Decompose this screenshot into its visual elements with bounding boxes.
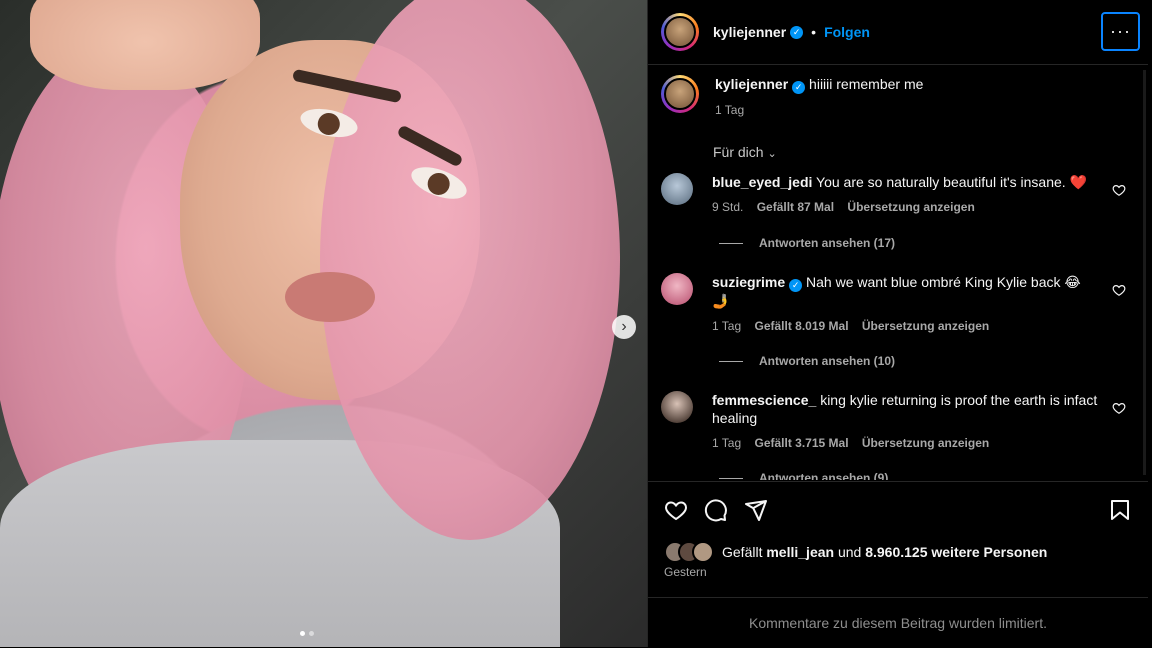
comment-avatar[interactable] (661, 273, 693, 305)
view-replies-button[interactable]: Antworten ansehen (9) (719, 471, 888, 480)
header-separator: • (811, 24, 817, 40)
comment-item: suziegrime ✓ Nah we want blue ombré King … (661, 273, 1131, 335)
comment-likes[interactable]: Gefällt 87 Mal (757, 200, 834, 214)
comment-username[interactable]: suziegrime (712, 274, 785, 290)
comment-item: femmescience_ king kylie returning is pr… (661, 391, 1131, 452)
heart-icon[interactable] (1112, 401, 1126, 415)
comment-time[interactable]: 9 Std. (712, 200, 743, 214)
likes-summary: Gefällt melli_jean und 8.960.125 weitere… (664, 541, 1047, 563)
heart-icon[interactable] (1112, 183, 1126, 197)
chevron-down-icon: ⌄ (767, 148, 777, 160)
post-date[interactable]: Gestern (664, 565, 707, 579)
replies-line (719, 360, 743, 362)
comment-likes[interactable]: Gefällt 3.715 Mal (754, 436, 848, 450)
post-header: kyliejenner ✓ • Folgen ··· (648, 0, 1148, 65)
heart-icon[interactable] (664, 498, 688, 522)
comments-scrollbar[interactable] (1143, 70, 1146, 475)
image-hand (30, 0, 260, 90)
next-arrow-icon[interactable]: › (612, 315, 636, 339)
comment-item: blue_eyed_jedi You are so naturally beau… (661, 173, 1131, 216)
caption-time[interactable]: 1 Tag (715, 103, 744, 117)
verified-icon: ✓ (790, 25, 804, 39)
author-username[interactable]: kyliejenner (713, 24, 786, 40)
view-replies-label: Antworten ansehen (17) (759, 236, 896, 250)
translate-link[interactable]: Übersetzung anzeigen (862, 436, 989, 450)
heart-icon[interactable] (1112, 283, 1126, 297)
replies-line (719, 477, 743, 479)
image-hair-right (320, 0, 620, 540)
post-image[interactable]: › (0, 0, 647, 647)
translate-link[interactable]: Übersetzung anzeigen (862, 319, 989, 333)
image-lips (285, 272, 375, 322)
caption: kyliejenner ✓ hiiiii remember me 1 Tag (661, 75, 923, 119)
view-replies-button[interactable]: Antworten ansehen (17) (719, 236, 895, 250)
comment-text: You are so naturally beautiful it's insa… (816, 174, 1088, 190)
verified-icon: ✓ (792, 80, 806, 94)
caption-username[interactable]: kyliejenner (715, 76, 788, 92)
sort-label: Für dich (713, 144, 764, 160)
comment-time[interactable]: 1 Tag (712, 436, 741, 450)
replies-line (719, 242, 743, 244)
carousel-dots (300, 631, 314, 636)
likes-middle: und (837, 544, 862, 560)
post-actions: Gefällt melli_jean und 8.960.125 weitere… (648, 481, 1148, 598)
author-avatar[interactable] (661, 13, 699, 51)
share-icon[interactable] (744, 498, 768, 522)
view-replies-button[interactable]: Antworten ansehen (10) (719, 354, 895, 368)
verified-icon: ✓ (789, 278, 803, 292)
likes-others-link[interactable]: 8.960.125 weitere Personen (865, 544, 1047, 560)
more-options-icon[interactable]: ··· (1101, 12, 1140, 51)
carousel-dot (300, 631, 305, 636)
view-replies-label: Antworten ansehen (10) (759, 354, 896, 368)
comment-icon[interactable] (704, 498, 728, 522)
comments-limited-notice: Kommentare zu diesem Beitrag wurden limi… (648, 597, 1148, 648)
liker-avatar[interactable] (692, 541, 714, 563)
post-panel: kyliejenner ✓ • Folgen ··· kyliejenner ✓ … (647, 0, 1148, 647)
bookmark-icon[interactable] (1108, 498, 1132, 527)
caption-avatar[interactable] (661, 75, 699, 113)
liker-username[interactable]: melli_jean (766, 544, 834, 560)
comment-avatar[interactable] (661, 173, 693, 205)
comment-time[interactable]: 1 Tag (712, 319, 741, 333)
comment-likes[interactable]: Gefällt 8.019 Mal (754, 319, 848, 333)
translate-link[interactable]: Übersetzung anzeigen (847, 200, 974, 214)
caption-text: hiiiii remember me (809, 76, 924, 92)
carousel-dot (309, 631, 314, 636)
view-replies-label: Antworten ansehen (9) (759, 471, 889, 480)
sort-dropdown[interactable]: Für dich ⌄ (713, 144, 777, 160)
follow-button[interactable]: Folgen (824, 24, 870, 40)
comment-username[interactable]: femmescience_ (712, 392, 816, 408)
comment-avatar[interactable] (661, 391, 693, 423)
comments-section[interactable]: kyliejenner ✓ hiiiii remember me 1 Tag Fü… (648, 64, 1148, 480)
likes-prefix: Gefällt (722, 544, 763, 560)
comment-username[interactable]: blue_eyed_jedi (712, 174, 812, 190)
